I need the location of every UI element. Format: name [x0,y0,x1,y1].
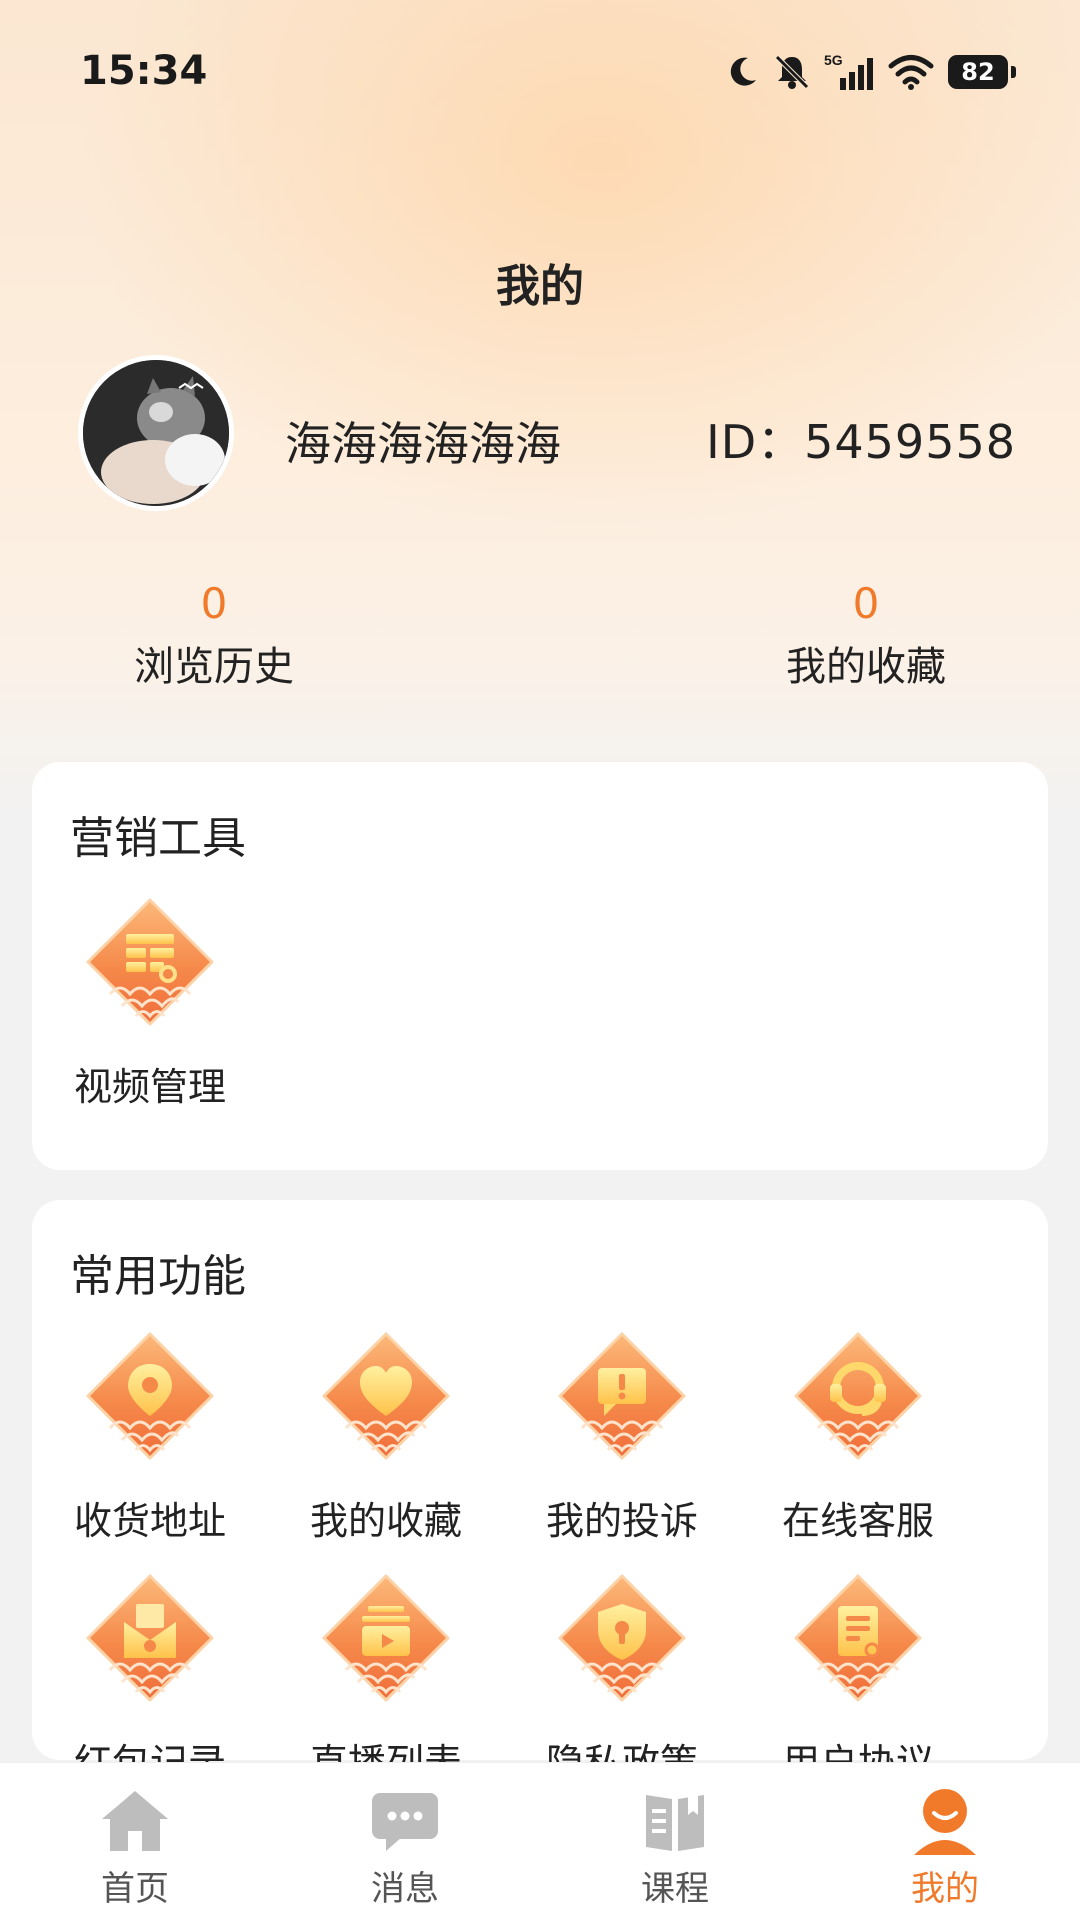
tool-shipping-address[interactable]: 收货地址 [32,1328,268,1545]
tool-label: 我的收藏 [309,1499,462,1543]
tab-label: 消息 [371,1869,439,1909]
marketing-tools-card: 营销工具 视频管理 [32,762,1048,1170]
tab-label: 课程 [641,1869,709,1909]
avatar[interactable] [78,355,234,511]
shield-lock-icon [552,1570,692,1710]
red-envelope-icon [80,1570,220,1710]
bottom-tab-bar: 首页 消息 课程 我的 [0,1762,1080,1920]
tool-label: 视频管理 [73,1065,226,1109]
stat-label: 我的收藏 [786,644,946,690]
complaint-icon [552,1328,692,1468]
stat-label: 浏览历史 [134,644,294,690]
stat-my-favorites[interactable]: 0 我的收藏 [756,580,976,692]
tool-label: 收货地址 [73,1499,226,1543]
common-functions-card: 常用功能 收货地址 我的收藏 我的投诉 在线客服 [32,1200,1048,1785]
tab-messages[interactable]: 消息 [270,1763,540,1920]
tool-online-service[interactable]: 在线客服 [740,1328,976,1545]
headset-icon [788,1328,928,1468]
tool-label: 在线客服 [781,1499,934,1543]
signal-5g-icon: 5G [824,52,873,90]
heart-icon [316,1328,456,1468]
battery-indicator: 82 [948,55,1016,89]
card-title: 营销工具 [70,813,246,864]
tab-label: 我的 [911,1869,979,1909]
tool-live-list[interactable]: 直播列表 [268,1570,504,1787]
stat-count: 0 [200,579,228,628]
tab-courses[interactable]: 课程 [540,1763,810,1920]
tool-user-agreement[interactable]: 用户协议 [740,1570,976,1787]
card-title: 常用功能 [70,1251,246,1302]
status-icons: 5G 82 [724,50,1016,94]
agreement-icon [788,1570,928,1710]
tool-my-complaints[interactable]: 我的投诉 [504,1328,740,1545]
book-icon [646,1795,704,1851]
tab-home[interactable]: 首页 [0,1763,270,1920]
avatar-image [83,360,229,506]
stat-count: 0 [852,579,880,628]
location-pin-icon [80,1328,220,1468]
page-title: 我的 [496,261,584,312]
tool-privacy-policy[interactable]: 隐私政策 [504,1570,740,1787]
stat-browse-history[interactable]: 0 浏览历史 [104,580,324,692]
message-icon [372,1793,438,1851]
status-time: 15:34 [80,48,208,94]
username: 海海海海海海 [285,417,561,471]
moon-icon [730,57,756,86]
wifi-icon [888,55,934,90]
tool-red-envelope-record[interactable]: 红包记录 [32,1570,268,1787]
tool-my-favorites[interactable]: 我的收藏 [268,1328,504,1545]
svg-text:5G: 5G [824,52,843,68]
status-bar: 15:34 5G 82 [0,0,1080,140]
tab-mine[interactable]: 我的 [810,1763,1080,1920]
profile-icon [914,1789,976,1855]
video-manage-icon [80,894,220,1034]
tool-video-manage[interactable]: 视频管理 [32,894,268,1111]
tab-label: 首页 [101,1869,169,1909]
mute-bell-icon [775,55,809,89]
home-icon [102,1791,168,1851]
user-id: ID：5459558 [706,415,1016,469]
live-tv-icon [316,1570,456,1710]
tool-label: 我的投诉 [545,1499,698,1543]
